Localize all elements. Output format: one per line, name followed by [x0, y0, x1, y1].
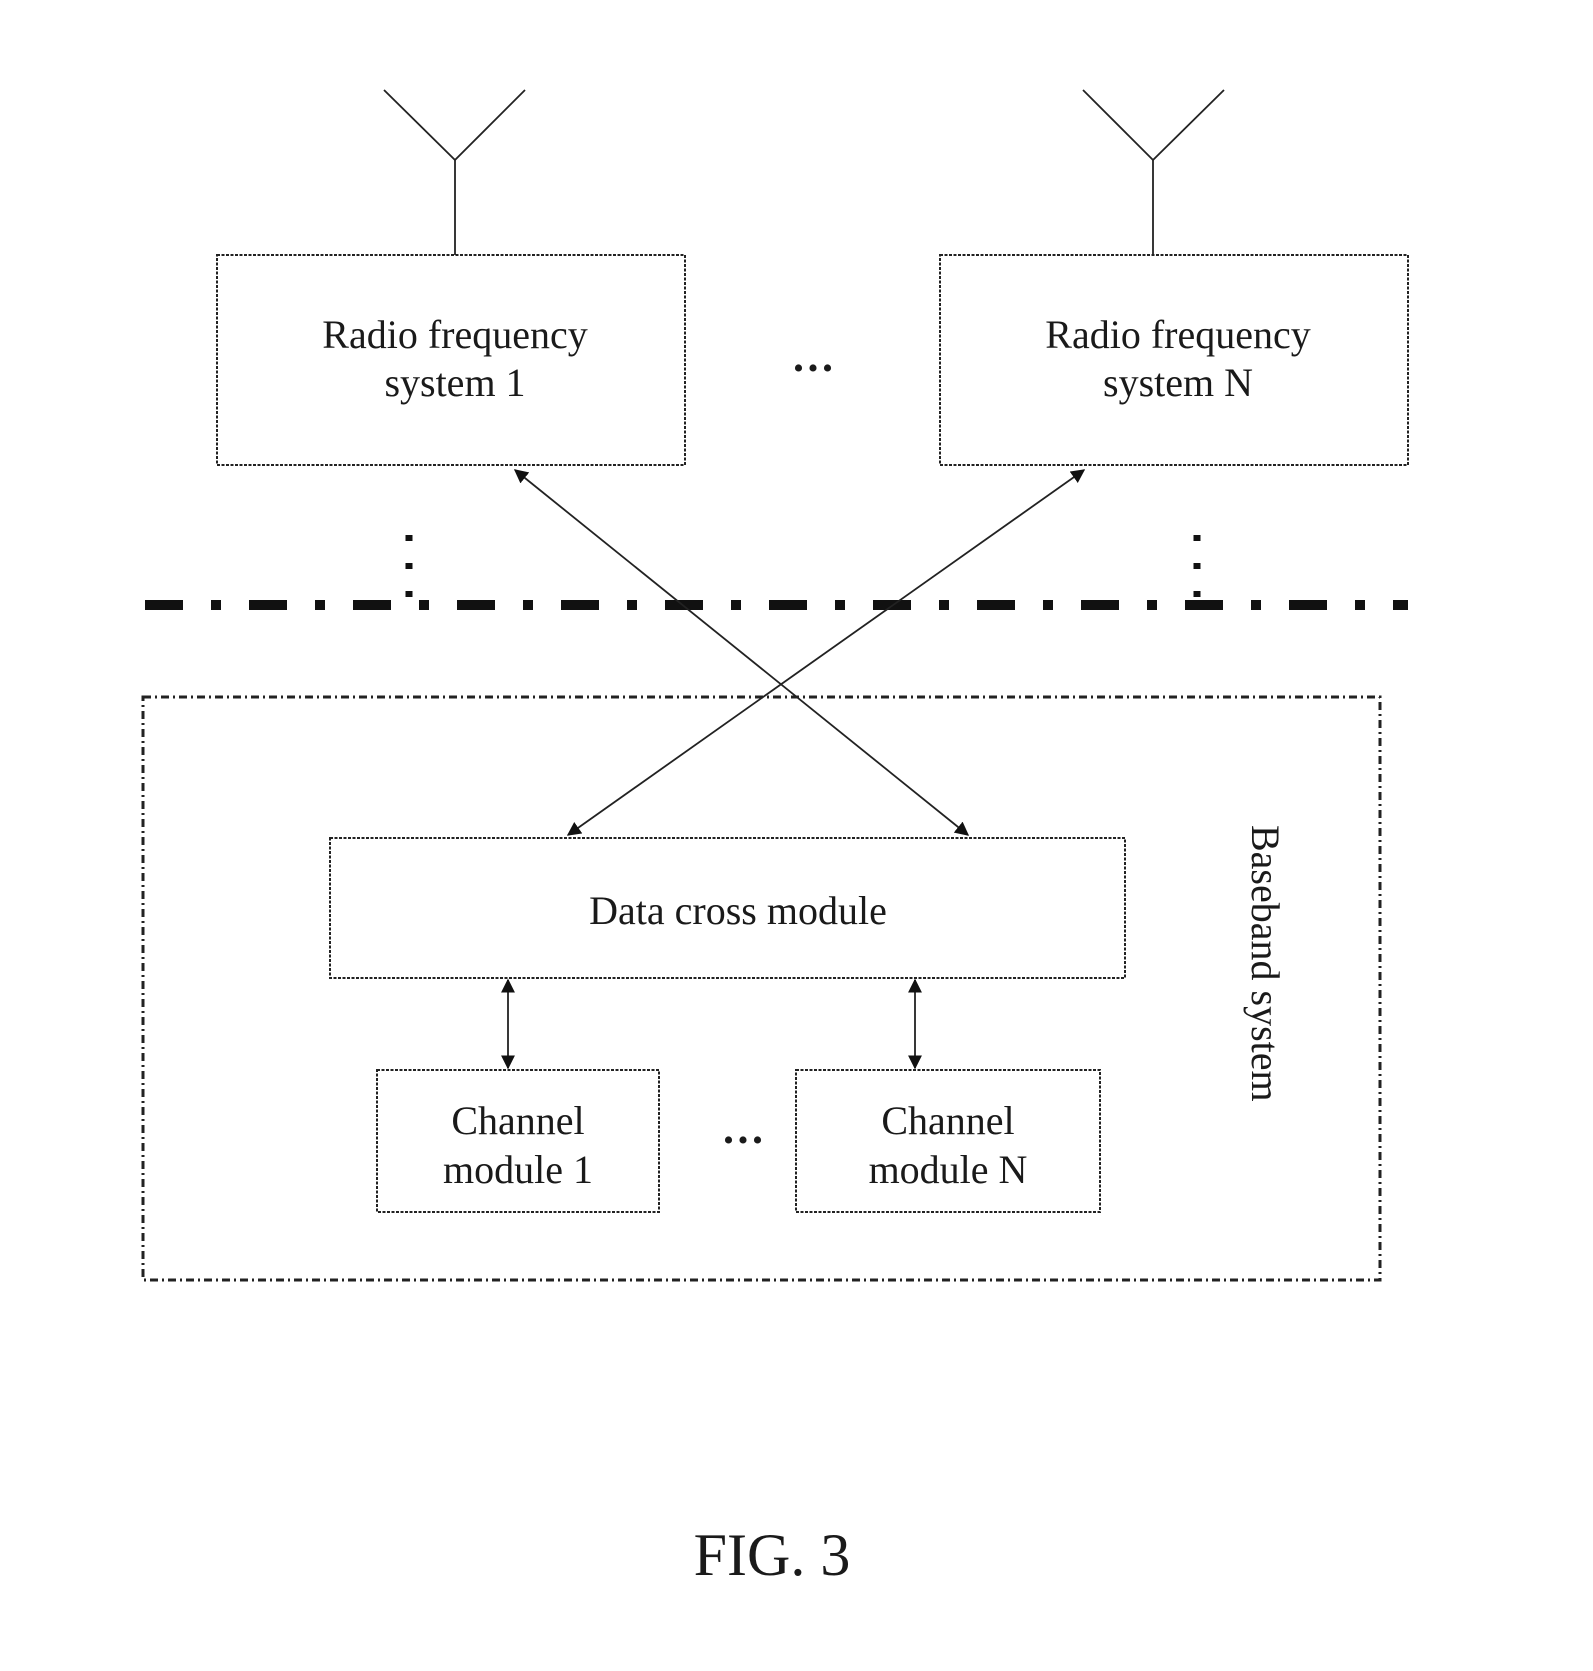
channel-ellipsis: •••	[723, 1124, 767, 1157]
rf-system-1-line2: system 1	[384, 360, 525, 405]
data-cross-module-label: Data cross module	[589, 888, 887, 933]
data-cross-module-box: Data cross module	[329, 837, 1126, 979]
antenna-icon-1	[383, 89, 526, 255]
channel-module-n-box: Channel module N	[795, 1069, 1101, 1213]
figure-caption: FIG. 3	[694, 1522, 851, 1588]
rf-system-n-line1: Radio frequency	[1045, 312, 1310, 357]
channel-module-1-line2: module 1	[443, 1147, 593, 1192]
channel-module-n-line1: Channel	[881, 1098, 1014, 1143]
antenna-icon-n	[1082, 89, 1225, 255]
rf-system-1-line1: Radio frequency	[322, 312, 587, 357]
rf-ellipsis: •••	[793, 352, 837, 385]
baseband-system-boundary	[141, 695, 1382, 1282]
arrow-rfn-to-data-cross	[566, 469, 1086, 836]
channel-module-n-line2: module N	[869, 1147, 1028, 1192]
rf-system-n-line2: system N	[1103, 360, 1253, 405]
baseband-system-label: Baseband system	[1243, 825, 1288, 1102]
diagram-canvas: Radio frequency system 1 ••• Radio frequ…	[141, 89, 1409, 1588]
rf-system-1-box: Radio frequency system 1	[216, 254, 686, 466]
arrow-rf1-to-data-cross	[513, 469, 970, 836]
channel-module-1-line1: Channel	[451, 1098, 584, 1143]
channel-module-1-box: Channel module 1	[376, 1069, 660, 1213]
rf-system-n-box: Radio frequency system N	[939, 254, 1409, 466]
